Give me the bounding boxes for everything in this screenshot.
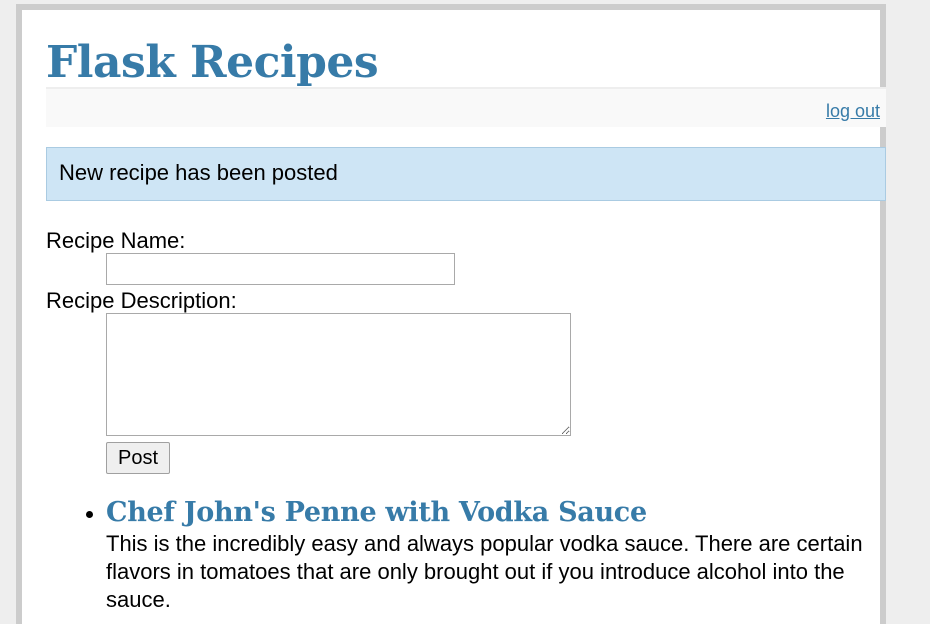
recipe-description-label: Recipe Description: bbox=[46, 288, 237, 313]
app-title: Flask Recipes bbox=[46, 37, 379, 88]
logout-link[interactable]: log out bbox=[826, 101, 880, 122]
meta-nav: log out bbox=[46, 87, 886, 127]
recipe-name-input[interactable] bbox=[106, 253, 455, 285]
recipe-title: Chef John's Penne with Vodka Sauce bbox=[106, 497, 647, 528]
recipe-entry: Chef John's Penne with Vodka Sauce This … bbox=[106, 496, 866, 614]
recipe-description: This is the incredibly easy and always p… bbox=[106, 531, 863, 612]
post-button[interactable]: Post bbox=[106, 442, 170, 474]
recipe-description-textarea[interactable] bbox=[106, 313, 571, 436]
recipe-name-label: Recipe Name: bbox=[46, 228, 186, 253]
flash-message: New recipe has been posted bbox=[46, 147, 886, 201]
recipe-list: Chef John's Penne with Vodka Sauce This … bbox=[106, 496, 866, 614]
page-container: Flask Recipes log out New recipe has bee… bbox=[16, 4, 886, 624]
